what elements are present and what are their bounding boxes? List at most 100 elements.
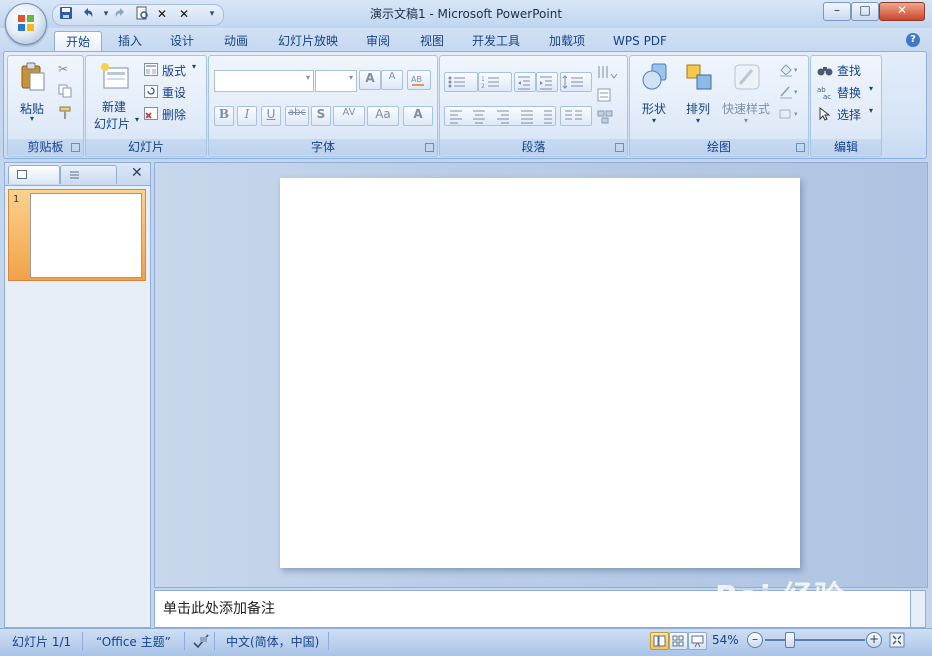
quick-styles-icon	[734, 64, 760, 90]
slide-show-view-button[interactable]	[688, 632, 707, 650]
shrink-font-button[interactable]: A	[381, 70, 403, 90]
print-preview-icon[interactable]	[133, 6, 151, 22]
tab-design[interactable]: 设计	[160, 31, 204, 52]
text-shadow-button[interactable]: S	[311, 106, 331, 126]
redo-icon[interactable]	[111, 6, 129, 22]
font-color-button[interactable]: A	[403, 106, 433, 126]
drawing-dialog-launcher-icon[interactable]	[796, 143, 805, 152]
replace-dropdown-icon: ▾	[869, 84, 874, 93]
status-theme: “Office 主题”	[96, 635, 171, 649]
numbering-icon[interactable]: 12	[478, 72, 512, 92]
text-direction-icon[interactable]	[596, 64, 620, 82]
replace-button[interactable]: ab ac 替换 ▾	[817, 83, 879, 101]
binoculars-icon	[817, 67, 833, 76]
copy-icon[interactable]	[58, 84, 74, 100]
zoom-slider-handle[interactable]	[785, 632, 795, 648]
office-button[interactable]	[5, 3, 47, 45]
close-x-icon[interactable]: ✕	[153, 6, 171, 22]
italic-button[interactable]: I	[237, 106, 257, 126]
slides-tab[interactable]	[8, 165, 60, 184]
slide-thumbnail	[30, 193, 142, 278]
find-button[interactable]: 查找	[817, 61, 879, 79]
slide-thumbnail-selected[interactable]: 1	[8, 189, 146, 281]
slide-sorter-view-button[interactable]	[669, 632, 688, 650]
increase-indent-icon[interactable]	[536, 72, 558, 92]
help-icon[interactable]: ?	[906, 33, 920, 47]
svg-text:AB: AB	[411, 75, 422, 84]
close-x-icon-2[interactable]: ✕	[175, 6, 193, 22]
new-slide-button[interactable]: 新建 幻灯片 ▾	[90, 60, 139, 131]
cut-icon[interactable]: ✂	[58, 62, 74, 78]
shape-outline-icon[interactable]: ▾	[778, 84, 802, 102]
shapes-dropdown-icon: ▾	[652, 116, 657, 125]
font-name-combo[interactable]: ▾	[214, 70, 314, 92]
decrease-indent-icon[interactable]	[514, 72, 536, 92]
tab-wps-pdf[interactable]: WPS PDF	[604, 31, 676, 52]
align-text-icon[interactable]	[596, 86, 620, 104]
reset-button[interactable]: 重设	[144, 83, 202, 101]
font-dialog-launcher-icon[interactable]	[425, 143, 434, 152]
convert-smartart-icon[interactable]	[596, 108, 620, 126]
group-editing: 查找 ab ac 替换 ▾ 选择 ▾ 编辑	[810, 55, 882, 157]
outline-tab[interactable]	[60, 165, 117, 184]
ribbon: 粘贴 ▾ ✂ 剪贴板 新建 幻灯片 ▾ 版式 ▾ 重设 删除 幻灯片 ▾ ▾ A…	[3, 51, 927, 159]
minimize-button[interactable]: –	[823, 2, 851, 21]
quick-styles-label: 快速样式	[722, 102, 771, 116]
notes-scrollbar[interactable]	[910, 590, 926, 628]
paste-button[interactable]: 粘贴 ▾	[16, 60, 50, 123]
bold-button[interactable]: B	[214, 106, 234, 126]
shape-fill-icon[interactable]: ▾	[778, 62, 802, 80]
format-painter-icon[interactable]	[58, 106, 74, 122]
shapes-button[interactable]: 形状 ▾	[634, 60, 674, 126]
maximize-button[interactable]: □	[851, 2, 879, 21]
layout-button[interactable]: 版式 ▾	[144, 61, 202, 79]
grow-font-button[interactable]: A	[359, 70, 381, 90]
zoom-level[interactable]: 54%	[712, 633, 739, 647]
tab-animations[interactable]: 动画	[214, 31, 258, 52]
clipboard-dialog-launcher-icon[interactable]	[71, 143, 80, 152]
close-pane-icon[interactable]: ✕	[131, 165, 143, 181]
tab-add-ins[interactable]: 加载项	[538, 31, 596, 52]
customize-qat-icon[interactable]: ▾	[203, 6, 221, 22]
save-icon[interactable]	[57, 6, 75, 22]
select-dropdown-icon: ▾	[869, 106, 874, 115]
bullets-icon[interactable]	[444, 72, 478, 92]
quick-styles-button[interactable]: 快速样式 ▾	[720, 60, 776, 126]
strikethrough-button[interactable]: abc	[285, 106, 309, 126]
paragraph-dialog-launcher-icon[interactable]	[615, 143, 624, 152]
close-button[interactable]: ✕	[879, 2, 925, 21]
zoom-in-button[interactable]: +	[866, 632, 882, 648]
layout-label: 版式	[162, 64, 187, 78]
tab-developer[interactable]: 开发工具	[464, 31, 528, 52]
tab-view[interactable]: 视图	[410, 31, 454, 52]
svg-text:1: 1	[481, 76, 485, 83]
zoom-out-button[interactable]: –	[747, 632, 763, 648]
baidu-watermark-url: jingyan.baidu.com	[770, 606, 863, 617]
select-button[interactable]: 选择 ▾	[817, 105, 879, 123]
arrange-button[interactable]: 排列 ▾	[678, 60, 718, 126]
tab-insert[interactable]: 插入	[108, 31, 152, 52]
shape-effects-icon[interactable]: ▾	[778, 106, 802, 124]
character-spacing-button[interactable]: AV	[333, 106, 365, 126]
columns-icon[interactable]	[560, 106, 592, 126]
delete-slide-button[interactable]: 删除	[144, 105, 202, 123]
tab-home[interactable]: 开始	[54, 31, 102, 53]
fit-to-window-icon[interactable]	[889, 632, 905, 648]
reset-icon	[144, 85, 158, 98]
change-case-button[interactable]: Aa	[367, 106, 399, 126]
arrange-dropdown-icon: ▾	[696, 116, 701, 125]
font-size-combo[interactable]: ▾	[315, 70, 357, 92]
undo-icon[interactable]	[79, 6, 97, 22]
font-group-label: 字体	[209, 139, 437, 155]
slide-canvas[interactable]	[280, 178, 800, 568]
spelling-check-icon[interactable]	[192, 633, 210, 649]
underline-button[interactable]: U	[261, 106, 281, 126]
tab-review[interactable]: 审阅	[356, 31, 400, 52]
line-spacing-icon[interactable]	[560, 72, 592, 92]
clear-formatting-icon[interactable]: AB	[407, 70, 431, 90]
tab-slide-show[interactable]: 幻灯片放映	[268, 31, 348, 52]
select-label: 选择	[837, 108, 862, 122]
slides-pane: ✕ 1	[4, 162, 151, 628]
normal-view-button[interactable]	[650, 632, 669, 650]
zoom-slider-track[interactable]	[765, 639, 865, 641]
